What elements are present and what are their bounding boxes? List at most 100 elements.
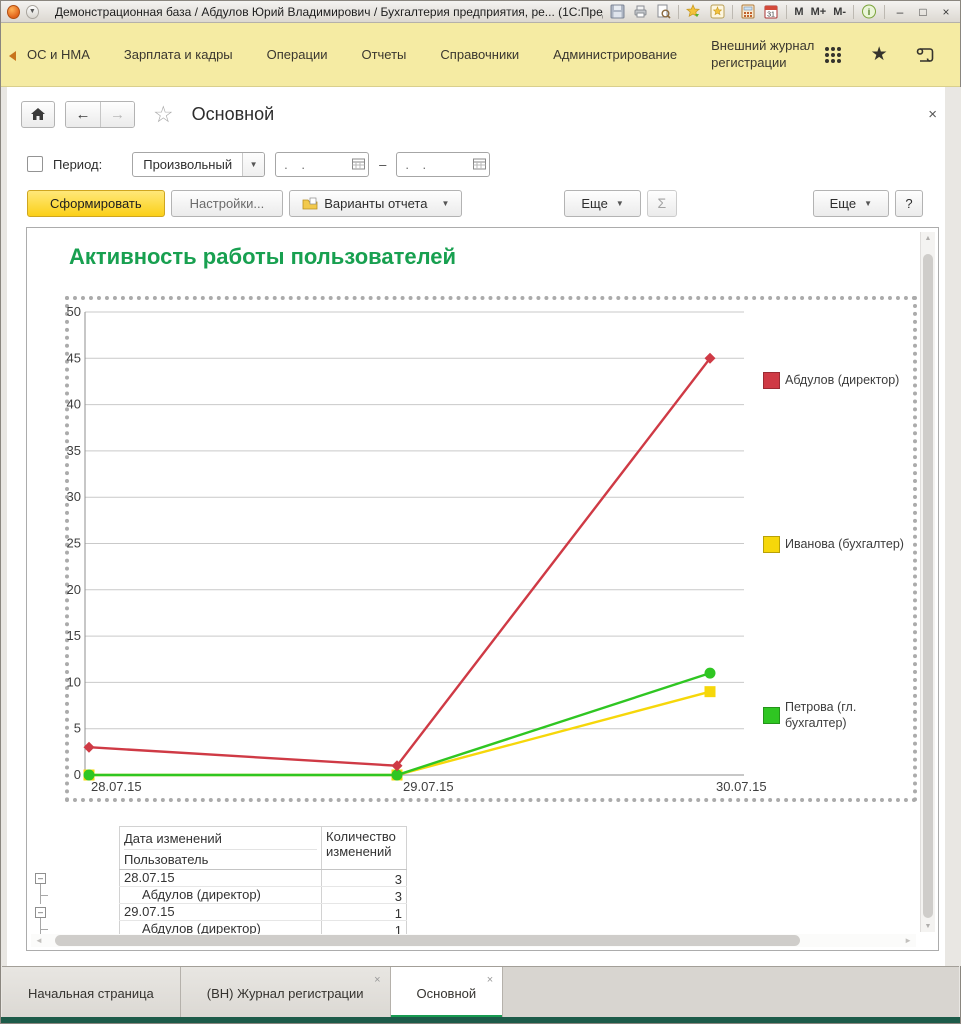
menu-item-7[interactable]: Внешний журнал регистрации [711, 38, 823, 72]
tree-collapse-icon[interactable]: – [35, 907, 46, 918]
menu-item-2[interactable]: Зарплата и кадры [124, 47, 233, 62]
favorite-toggle-icon[interactable]: ☆ [153, 101, 174, 128]
sections-panel: ОС и НМА Зарплата и кадры Операции Отчеты Сп… [1, 23, 960, 87]
table-row[interactable]: Абдулов (директор)3 [119, 887, 407, 904]
y-axis-tick: 50 [67, 304, 81, 319]
window-tab-2[interactable]: (ВН) Журнал регистрации× [181, 967, 391, 1019]
date-from-field[interactable]: . . [275, 152, 369, 177]
chart-object[interactable]: 0510152025303540455028.07.1529.07.1530.0… [65, 296, 917, 802]
table-cell-label: 29.07.15 [119, 904, 322, 920]
data-point [705, 668, 716, 679]
close-button[interactable]: × [938, 5, 954, 19]
chevron-down-icon: ▼ [616, 199, 624, 208]
titlebar-separator [853, 5, 854, 19]
legend-label: Абдулов (директор) [785, 373, 913, 389]
more-button-left[interactable]: Еще ▼ [564, 190, 640, 217]
home-button[interactable] [21, 101, 55, 128]
print-preview-icon[interactable] [655, 4, 671, 20]
date-from-value: . . [276, 157, 348, 172]
horizontal-scrollbar[interactable]: ◄ ► [31, 934, 916, 947]
chevron-down-icon: ▼ [441, 199, 449, 208]
horizontal-scroll-thumb[interactable] [55, 935, 800, 946]
menu-item-4[interactable]: Отчеты [361, 47, 406, 62]
legend-swatch [763, 707, 780, 724]
scroll-up-icon[interactable]: ▲ [921, 235, 935, 242]
nav-history-buttons: ← → [65, 101, 135, 128]
report-variants-button[interactable]: Варианты отчета ▼ [289, 190, 462, 217]
collapse-panel-icon[interactable] [9, 51, 16, 61]
tab-close-icon[interactable]: × [374, 974, 380, 986]
memory-recall-button[interactable]: M [794, 6, 803, 18]
legend-swatch [763, 372, 780, 389]
y-axis-tick: 20 [67, 582, 81, 597]
window-title: Демонстрационная база / Абдулов Юрий Вла… [55, 5, 604, 19]
form-close-icon[interactable]: × [928, 106, 937, 123]
window-tab-1[interactable]: Начальная страница [2, 967, 181, 1019]
titlebar-separator [678, 5, 679, 19]
report-table[interactable]: Дата изменений Пользователь Количество и… [119, 826, 407, 938]
legend-item-1: Абдулов (директор) [763, 372, 915, 389]
titlebar-separator [732, 5, 733, 19]
menu-item-5[interactable]: Справочники [440, 47, 519, 62]
more-button-right[interactable]: Еще ▼ [813, 190, 889, 217]
report-toolbar: Сформировать Настройки... Варианты отчет… [27, 189, 923, 217]
main-menu-dropdown-icon[interactable]: ▼ [26, 5, 39, 19]
line-chart: 0510152025303540455028.07.1529.07.1530.0… [69, 300, 769, 800]
sum-button[interactable]: Σ [647, 190, 677, 217]
save-icon[interactable] [609, 4, 625, 20]
favorites-star-icon[interactable]: ★ [869, 45, 889, 65]
date-to-value: . . [397, 157, 469, 172]
period-dash: – [379, 157, 386, 172]
period-preset-select[interactable]: Произвольный ▼ [132, 152, 265, 177]
y-axis-tick: 25 [67, 536, 81, 551]
calendar-icon[interactable]: 31 [763, 4, 779, 20]
menu-item-1[interactable]: ОС и НМА [27, 47, 90, 62]
calendar-picker-icon[interactable] [348, 158, 368, 170]
window-tab-3[interactable]: Основной× [391, 967, 504, 1019]
minimize-button[interactable]: – [892, 5, 908, 19]
back-button[interactable]: ← [66, 102, 100, 127]
tab-close-icon[interactable]: × [487, 974, 493, 986]
open-windows-tabbar: Начальная страница (ВН) Журнал регистраци… [2, 966, 959, 1019]
generate-button[interactable]: Сформировать [27, 190, 165, 217]
table-row[interactable]: 29.07.151 [119, 904, 407, 921]
table-cell-label: 28.07.15 [119, 870, 322, 886]
table-body: 28.07.153Абдулов (директор)329.07.151Абд… [119, 870, 407, 938]
date-to-field[interactable]: . . [396, 152, 490, 177]
help-button[interactable]: ? [895, 190, 923, 217]
history-icon[interactable] [915, 45, 935, 65]
menu-item-6[interactable]: Администрирование [553, 47, 677, 62]
menu-item-3[interactable]: Операции [267, 47, 328, 62]
print-icon[interactable] [632, 4, 648, 20]
titlebar-separator [884, 5, 885, 19]
svg-text:i: i [868, 7, 871, 17]
scroll-right-icon[interactable]: ► [904, 936, 912, 945]
report-document: Активность работы пользователей 05101520… [26, 227, 939, 951]
calculator-icon[interactable] [740, 4, 756, 20]
table-row[interactable]: 28.07.153 [119, 870, 407, 887]
tab-label: Начальная страница [28, 986, 154, 1001]
settings-button[interactable]: Настройки... [171, 190, 284, 217]
favorites-panel-icon[interactable] [709, 4, 725, 20]
period-checkbox[interactable] [27, 156, 43, 172]
memory-plus-button[interactable]: M+ [811, 6, 827, 18]
add-favorite-icon[interactable] [686, 4, 702, 20]
vertical-scrollbar[interactable]: ▲ ▼ [920, 232, 935, 932]
table-cell-label: Абдулов (директор) [119, 887, 322, 903]
scroll-left-icon[interactable]: ◄ [35, 936, 43, 945]
memory-minus-button[interactable]: M- [833, 6, 846, 18]
period-filter-row: Период: Произвольный ▼ . . – . . [27, 151, 490, 177]
maximize-button[interactable]: □ [915, 5, 931, 19]
forward-button[interactable]: → [100, 102, 134, 127]
vertical-scroll-thumb[interactable] [923, 254, 933, 918]
tree-line [40, 895, 48, 896]
chevron-down-icon[interactable]: ▼ [242, 153, 264, 176]
section-menu: ОС и НМА Зарплата и кадры Операции Отчеты Сп… [27, 38, 823, 72]
scroll-down-icon[interactable]: ▼ [921, 923, 935, 930]
calendar-picker-icon[interactable] [469, 158, 489, 170]
all-functions-grid-icon[interactable] [823, 45, 843, 65]
info-icon[interactable]: i [861, 4, 877, 20]
y-axis-tick: 45 [67, 350, 81, 365]
data-point [705, 686, 716, 697]
tree-collapse-icon[interactable]: – [35, 873, 46, 884]
